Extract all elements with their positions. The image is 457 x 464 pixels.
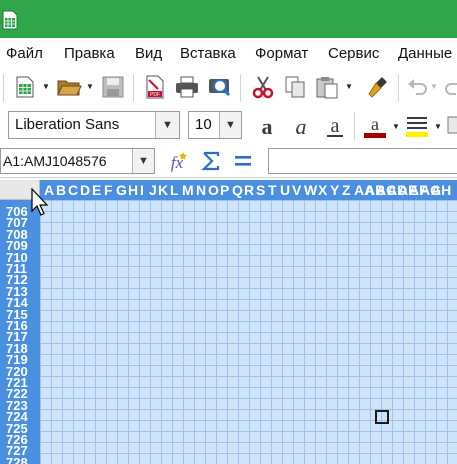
column-header[interactable]: E (92, 182, 101, 198)
standard-toolbar: ▼ ▼ PDF ▼ ▼ (0, 68, 457, 108)
font-size-value: 10 (195, 116, 212, 133)
open-folder-icon[interactable] (56, 74, 82, 100)
font-name-dropdown-icon[interactable]: ▼ (155, 112, 179, 138)
menu-edit[interactable]: Правка (64, 45, 115, 62)
font-color-dropdown-arrow[interactable]: ▼ (392, 122, 400, 131)
mouse-pointer-icon (31, 188, 49, 216)
column-header[interactable]: L (170, 182, 179, 198)
menu-view[interactable]: Вид (135, 45, 162, 62)
column-header[interactable]: T (268, 182, 277, 198)
column-header[interactable]: Y (330, 182, 339, 198)
toolbar-grip (3, 74, 4, 102)
font-color-icon[interactable]: a (362, 113, 388, 139)
menu-bar: Файл Правка Вид Вставка Формат Сервис Да… (0, 38, 457, 68)
column-header[interactable]: M (182, 182, 194, 198)
column-header[interactable]: B (56, 182, 66, 198)
bold-icon[interactable]: a (254, 113, 280, 139)
font-name-value: Liberation Sans (15, 116, 120, 133)
column-header[interactable]: AH (431, 182, 451, 198)
print-icon[interactable] (174, 74, 200, 100)
save-icon[interactable] (100, 74, 126, 100)
column-header[interactable]: X (318, 182, 327, 198)
print-preview-icon[interactable] (206, 74, 232, 100)
row-headers: 706 707 708 709 710 711 712 713 714 715 716 717 718 7… (0, 200, 40, 464)
svg-text:a: a (371, 114, 379, 134)
formula-input[interactable] (268, 148, 457, 174)
paste-icon[interactable] (314, 74, 340, 100)
function-wizard-icon[interactable]: fx (166, 150, 190, 172)
redo-icon[interactable] (442, 74, 457, 100)
svg-text:PDF: PDF (150, 92, 160, 98)
column-header[interactable]: U (280, 182, 290, 198)
italic-icon[interactable]: a (288, 113, 314, 139)
column-header[interactable]: I (140, 182, 144, 198)
toolbar-separator (398, 74, 399, 102)
undo-icon[interactable] (404, 74, 430, 100)
cut-icon[interactable] (250, 74, 276, 100)
menu-data[interactable]: Данные (398, 45, 452, 62)
undo-dropdown-arrow[interactable]: ▼ (430, 82, 438, 91)
column-header[interactable]: K (158, 182, 168, 198)
toolbar-separator (133, 74, 134, 102)
name-box[interactable]: A1:AMJ1048576 ▼ (0, 148, 155, 174)
title-bar (0, 0, 457, 38)
menu-insert[interactable]: Вставка (180, 45, 236, 62)
column-header[interactable]: F (104, 182, 113, 198)
formatting-toolbar: Liberation Sans ▼ 10 ▼ a a a a ▼ ▼ (0, 108, 457, 144)
calc-app-icon (2, 10, 18, 30)
column-header[interactable]: G (116, 182, 127, 198)
column-headers: A B C D E F G H I J K L M N O P Q R S T U V W X Y Z AA AB AC AD AE AF AG… (40, 180, 457, 200)
column-header[interactable]: H (128, 182, 138, 198)
column-header[interactable]: D (80, 182, 90, 198)
formula-icon[interactable] (232, 150, 254, 172)
svg-text:a: a (296, 114, 307, 139)
new-dropdown-arrow[interactable]: ▼ (42, 82, 50, 91)
column-header[interactable]: J (149, 182, 157, 198)
menu-file[interactable]: Файл (6, 45, 43, 62)
row-header[interactable]: 728 (6, 456, 28, 464)
column-header[interactable]: C (68, 182, 78, 198)
column-header[interactable]: W (304, 182, 317, 198)
clone-formatting-icon[interactable] (366, 74, 392, 100)
toolbar-separator (354, 112, 355, 140)
column-header[interactable]: V (292, 182, 301, 198)
name-box-value: A1:AMJ1048576 (3, 153, 107, 169)
cell-grid[interactable] (40, 200, 457, 464)
menu-tools[interactable]: Сервис (328, 45, 379, 62)
export-pdf-icon[interactable]: PDF (142, 74, 168, 100)
column-header[interactable]: O (208, 182, 219, 198)
column-header[interactable]: R (244, 182, 254, 198)
svg-text:a: a (262, 114, 273, 139)
column-header[interactable]: N (196, 182, 206, 198)
open-dropdown-arrow[interactable]: ▼ (86, 82, 94, 91)
formula-bar: A1:AMJ1048576 ▼ fx (0, 144, 457, 178)
menu-format[interactable]: Формат (255, 45, 308, 62)
column-header[interactable]: P (220, 182, 229, 198)
toolbar-separator (240, 74, 241, 102)
svg-text:a: a (331, 115, 340, 137)
column-header[interactable]: Z (342, 182, 351, 198)
cell-cursor (375, 410, 389, 424)
paste-dropdown-arrow[interactable]: ▼ (345, 82, 353, 91)
copy-icon[interactable] (282, 74, 308, 100)
column-header[interactable]: Q (232, 182, 243, 198)
column-header[interactable]: S (256, 182, 265, 198)
highlighting-dropdown-arrow[interactable]: ▼ (434, 122, 442, 131)
font-size-box[interactable]: 10 ▼ (188, 111, 242, 139)
new-spreadsheet-icon[interactable] (12, 74, 38, 100)
background-color-icon[interactable] (446, 113, 457, 139)
sum-icon[interactable] (200, 150, 222, 172)
font-size-dropdown-icon[interactable]: ▼ (219, 112, 241, 138)
name-box-dropdown-icon[interactable]: ▼ (132, 149, 154, 173)
font-name-box[interactable]: Liberation Sans ▼ (8, 111, 180, 139)
underline-icon[interactable]: a (322, 113, 348, 139)
highlighting-color-icon[interactable] (404, 113, 430, 139)
